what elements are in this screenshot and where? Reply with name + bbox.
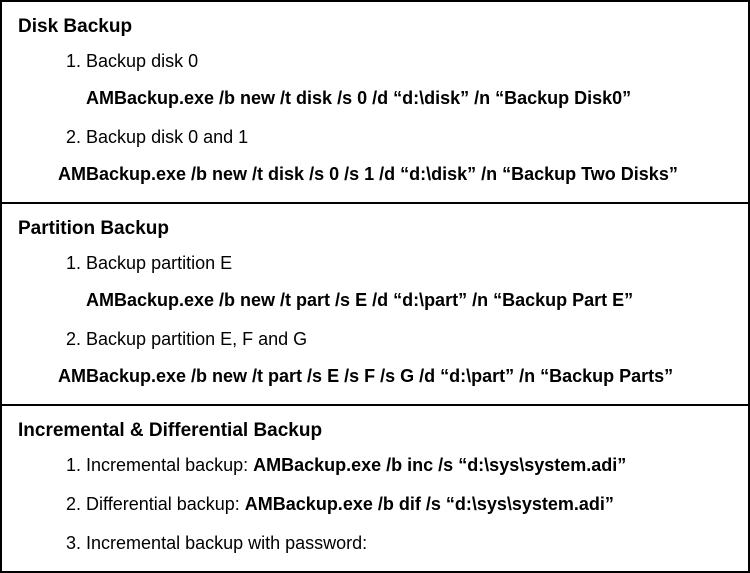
command-text: AMBackup.exe /b new /t part /s E /s F /s… — [58, 363, 732, 390]
section-title: Incremental & Differential Backup — [18, 420, 732, 442]
list-item: 1. Incremental backup: AMBackup.exe /b i… — [66, 452, 732, 479]
section-title: Disk Backup — [18, 16, 732, 38]
command-text: AMBackup.exe /b inc /s “d:\sys\system.ad… — [253, 455, 626, 475]
item-label: Backup partition E — [86, 253, 232, 273]
item-number: 2. — [66, 127, 81, 147]
command-text: AMBackup.exe /b new /t part /s E /d “d:\… — [86, 287, 732, 314]
list-item: 2. Differential backup: AMBackup.exe /b … — [66, 491, 732, 518]
item-label: Backup disk 0 and 1 — [86, 127, 248, 147]
partition-backup-section: Partition Backup 1. Backup partition E A… — [2, 204, 748, 406]
item-number: 2. — [66, 494, 81, 514]
item-label: Backup disk 0 — [86, 51, 198, 71]
disk-backup-section: Disk Backup 1. Backup disk 0 AMBackup.ex… — [2, 2, 748, 204]
document-container: Disk Backup 1. Backup disk 0 AMBackup.ex… — [0, 0, 750, 573]
item-number: 1. — [66, 253, 81, 273]
item-label: Differential backup: — [86, 494, 245, 514]
item-label: Incremental backup: — [86, 455, 253, 475]
section-title: Partition Backup — [18, 218, 732, 240]
command-text: AMBackup.exe /b dif /s “d:\sys\system.ad… — [245, 494, 614, 514]
command-text: AMBackup.exe /b new /t disk /s 0 /s 1 /d… — [58, 161, 732, 188]
list-item: 1. Backup disk 0 AMBackup.exe /b new /t … — [66, 48, 732, 112]
item-number: 1. — [66, 455, 81, 475]
list-item: 1. Backup partition E AMBackup.exe /b ne… — [66, 250, 732, 314]
item-number: 2. — [66, 329, 81, 349]
item-label: Incremental backup with password: — [86, 533, 367, 553]
item-number: 3. — [66, 533, 81, 553]
list-item: 3. Incremental backup with password: — [66, 530, 732, 557]
list-item: 2. Backup disk 0 and 1 AMBackup.exe /b n… — [66, 124, 732, 188]
item-number: 1. — [66, 51, 81, 71]
command-text: AMBackup.exe /b new /t disk /s 0 /d “d:\… — [86, 85, 732, 112]
incremental-differential-section: Incremental & Differential Backup 1. Inc… — [2, 406, 748, 571]
item-label: Backup partition E, F and G — [86, 329, 307, 349]
list-item: 2. Backup partition E, F and G AMBackup.… — [66, 326, 732, 390]
